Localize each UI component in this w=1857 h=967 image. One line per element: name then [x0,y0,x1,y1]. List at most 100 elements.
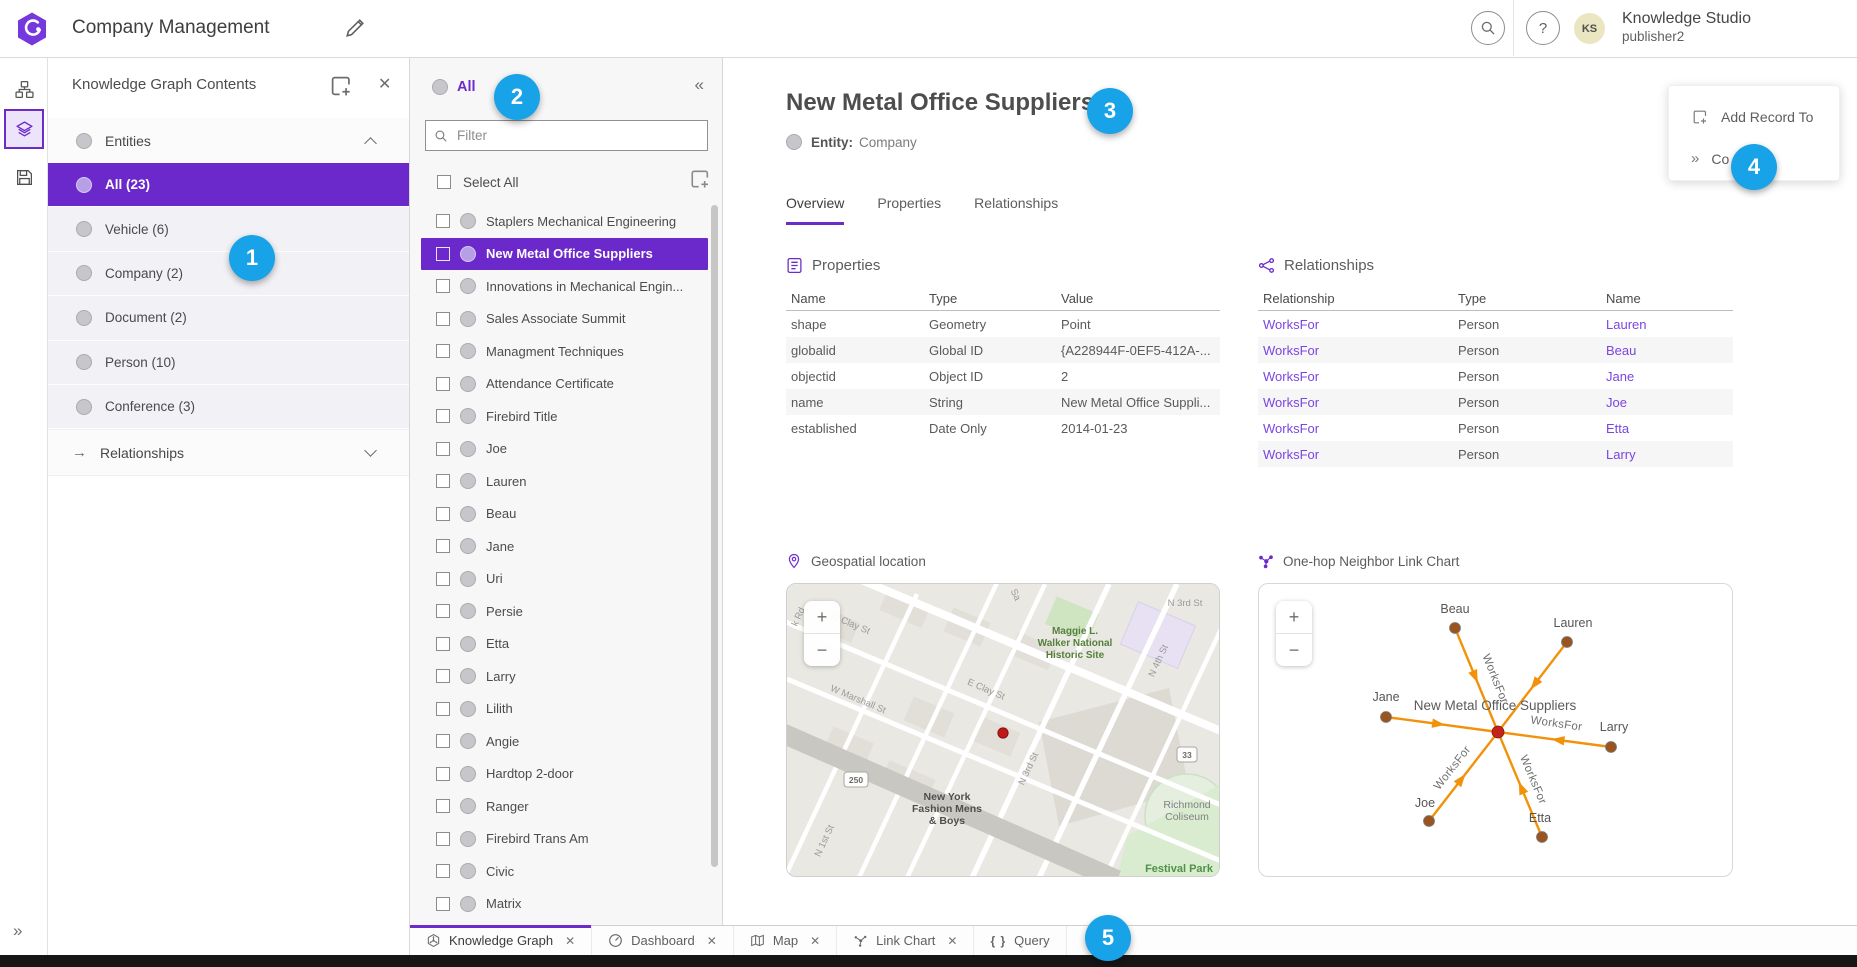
data-model-button[interactable] [8,73,40,105]
graph-node-etta[interactable] [1537,832,1548,843]
entity-type-person-10[interactable]: Person (10) [48,341,409,385]
record-checkbox[interactable] [436,344,450,358]
entity-type-vehicle-6[interactable]: Vehicle (6) [48,207,409,251]
record-item-civic[interactable]: Civic [421,855,708,888]
record-checkbox[interactable] [436,604,450,618]
entity-type-conference-3[interactable]: Conference (3) [48,385,409,429]
filter-input[interactable] [455,127,699,144]
save-button[interactable] [8,161,40,193]
relationship-cell[interactable]: WorksFor [1263,317,1458,332]
record-item-managment-techniques[interactable]: Managment Techniques [421,335,708,368]
search-button[interactable] [1471,11,1505,45]
record-checkbox[interactable] [436,409,450,423]
filter-field[interactable] [425,120,708,151]
record-checkbox[interactable] [436,247,450,261]
relationship-cell[interactable]: WorksFor [1263,421,1458,436]
record-checkbox[interactable] [436,734,450,748]
link-chart-view[interactable]: + − WorksForWorksForWorksForWorksForBeau… [1258,583,1733,877]
menu-item-collapse[interactable]: » Co [1691,150,1729,167]
record-item-innovations-in-mechanical-engin[interactable]: Innovations in Mechanical Engin... [421,270,708,303]
record-checkbox[interactable] [436,539,450,553]
record-item-lilith[interactable]: Lilith [421,693,708,726]
graph-center-node[interactable] [1492,726,1504,738]
record-checkbox[interactable] [436,637,450,651]
close-tab-icon[interactable]: ✕ [707,934,717,948]
record-item-jane[interactable]: Jane [421,530,708,563]
record-checkbox[interactable] [436,767,450,781]
record-location-marker[interactable] [998,728,1008,738]
entity-type-document-2[interactable]: Document (2) [48,296,409,340]
record-checkbox[interactable] [436,832,450,846]
close-tab-icon[interactable]: ✕ [565,934,575,948]
record-item-firebird-trans-am[interactable]: Firebird Trans Am [421,823,708,856]
record-checkbox[interactable] [436,442,450,456]
user-avatar[interactable]: KS [1574,13,1605,44]
relationship-cell[interactable]: WorksFor [1263,395,1458,410]
tab-overview[interactable]: Overview [786,195,844,225]
relationship-cell[interactable]: WorksFor [1263,447,1458,462]
relationship-cell[interactable]: Jane [1606,369,1733,384]
select-all-row[interactable]: Select All [437,170,519,194]
record-item-sales-associate-summit[interactable]: Sales Associate Summit [421,303,708,336]
tab-properties[interactable]: Properties [877,195,941,225]
graph-node-jane[interactable] [1381,712,1392,723]
graph-node-joe[interactable] [1424,816,1435,827]
edit-title-icon[interactable] [342,15,368,41]
relationship-cell[interactable]: Lauren [1606,317,1733,332]
record-item-hardtop-2-door[interactable]: Hardtop 2-door [421,758,708,791]
view-tab-dashboard[interactable]: Dashboard✕ [592,926,734,955]
record-item-larry[interactable]: Larry [421,660,708,693]
add-record-icon[interactable] [688,167,712,191]
record-checkbox[interactable] [436,702,450,716]
view-tab-link-chart[interactable]: Link Chart✕ [837,926,974,955]
close-panel-icon[interactable]: ✕ [378,74,391,94]
record-checkbox[interactable] [436,377,450,391]
close-tab-icon[interactable]: ✕ [810,934,820,948]
zoom-in-button[interactable]: + [1276,601,1312,634]
scrollbar-thumb[interactable] [711,205,718,867]
record-item-persie[interactable]: Persie [421,595,708,628]
record-checkbox[interactable] [436,474,450,488]
relationship-cell[interactable]: Joe [1606,395,1733,410]
collapse-panel-icon[interactable]: « [695,75,704,95]
record-item-staplers-mechanical-engineering[interactable]: Staplers Mechanical Engineering [421,205,708,238]
view-tab-query[interactable]: { }Query [974,926,1066,955]
map-view[interactable]: + − [786,583,1220,877]
record-item-etta[interactable]: Etta [421,628,708,661]
graph-node-larry[interactable] [1606,742,1617,753]
record-item-matrix[interactable]: Matrix [421,888,708,921]
record-item-ranger[interactable]: Ranger [421,790,708,823]
view-tab-map[interactable]: Map✕ [734,926,837,955]
menu-item-add-record-to[interactable]: Add Record To [1691,108,1813,126]
record-item-beau[interactable]: Beau [421,498,708,531]
graph-node-beau[interactable] [1450,623,1461,634]
relationship-cell[interactable]: WorksFor [1263,369,1458,384]
close-tab-icon[interactable]: ✕ [947,934,957,948]
record-checkbox[interactable] [436,799,450,813]
zoom-out-button[interactable]: − [804,634,840,666]
relationship-cell[interactable]: Larry [1606,447,1733,462]
relationship-cell[interactable]: WorksFor [1263,343,1458,358]
add-record-icon[interactable] [328,73,354,99]
record-item-firebird-title[interactable]: Firebird Title [421,400,708,433]
record-checkbox[interactable] [436,507,450,521]
entities-section-header[interactable]: Entities [48,118,409,164]
zoom-in-button[interactable]: + [804,601,840,634]
user-info[interactable]: Knowledge Studio publisher2 [1622,9,1751,46]
record-checkbox[interactable] [436,897,450,911]
record-item-joe[interactable]: Joe [421,433,708,466]
zoom-out-button[interactable]: − [1276,634,1312,666]
relationship-cell[interactable]: Beau [1606,343,1733,358]
graph-node-lauren[interactable] [1562,637,1573,648]
record-checkbox[interactable] [436,864,450,878]
relationships-section-header[interactable]: → Relationships [48,429,409,476]
record-item-lauren[interactable]: Lauren [421,465,708,498]
record-item-new-metal-office-suppliers[interactable]: New Metal Office Suppliers [421,238,708,271]
record-checkbox[interactable] [436,279,450,293]
contents-button[interactable] [4,109,44,149]
record-checkbox[interactable] [436,572,450,586]
record-item-uri[interactable]: Uri [421,563,708,596]
view-tab-knowledge-graph[interactable]: Knowledge Graph✕ [410,926,592,955]
expand-rail-button[interactable]: » [13,921,22,941]
record-checkbox[interactable] [436,669,450,683]
